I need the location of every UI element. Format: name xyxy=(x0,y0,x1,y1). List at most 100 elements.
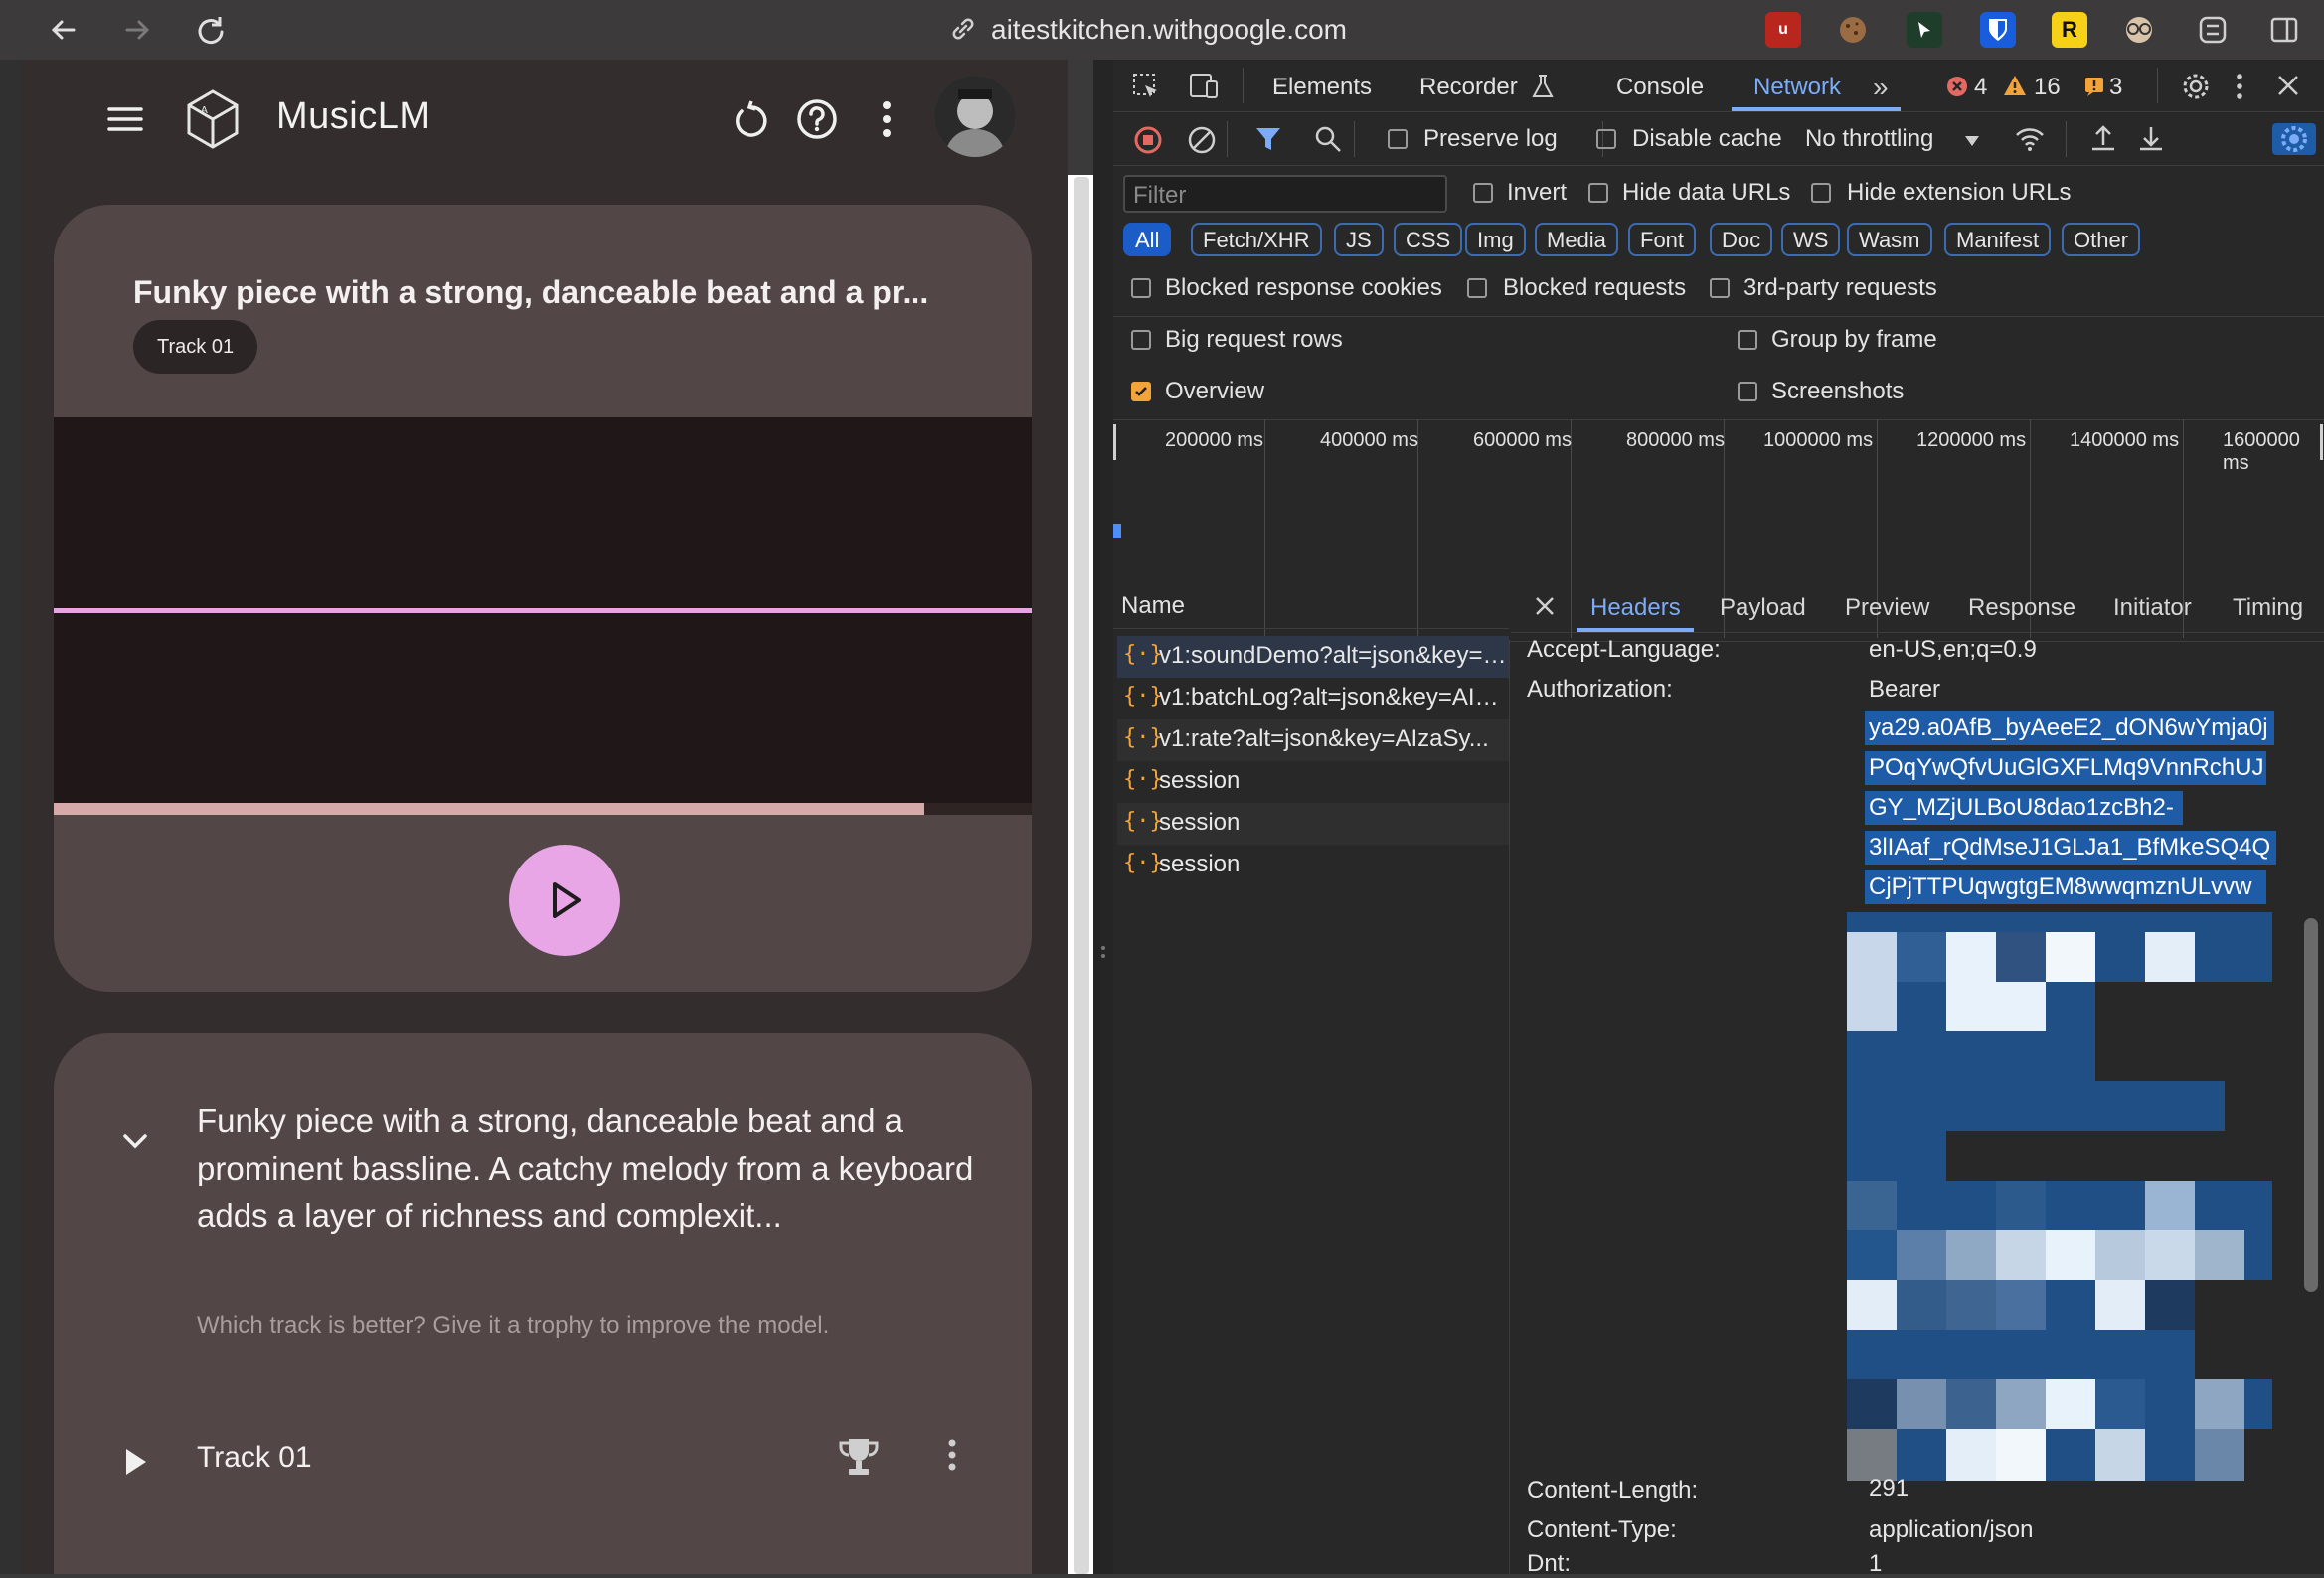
waveform[interactable] xyxy=(54,417,1032,815)
blocked-requests-checkbox[interactable] xyxy=(1467,278,1487,298)
inspect-element-icon[interactable] xyxy=(1131,72,1161,101)
hide-extension-urls-checkbox[interactable] xyxy=(1811,183,1831,203)
forward-button[interactable] xyxy=(115,8,159,52)
help-button[interactable] xyxy=(795,97,839,141)
filter-img[interactable]: Img xyxy=(1465,223,1526,256)
filter-js[interactable]: JS xyxy=(1334,223,1384,256)
bitwarden-icon[interactable] xyxy=(1980,12,2016,48)
expand-button[interactable] xyxy=(119,1125,151,1157)
blocked-requests-label: Blocked requests xyxy=(1503,274,1687,301)
request-row[interactable]: {·} session xyxy=(1117,845,1509,886)
avatar[interactable] xyxy=(934,76,1016,157)
tab-payload[interactable]: Payload xyxy=(1720,594,1806,622)
site-info-icon[interactable] xyxy=(948,14,978,44)
filter-all[interactable]: All xyxy=(1123,223,1172,256)
tab-headers[interactable]: Headers xyxy=(1590,594,1681,622)
big-rows-checkbox[interactable] xyxy=(1131,330,1151,350)
request-row[interactable]: {·} session xyxy=(1117,761,1509,803)
split-handle-icon[interactable] xyxy=(1098,940,1108,964)
filter-doc[interactable]: Doc xyxy=(1710,223,1773,256)
error-icon[interactable] xyxy=(1946,76,1968,97)
settings-gear-icon[interactable] xyxy=(2181,72,2211,101)
xhr-icon: {·} xyxy=(1123,809,1163,834)
trophy-button[interactable] xyxy=(837,1435,881,1479)
ublock-icon[interactable]: u xyxy=(1765,12,1801,48)
filter-font[interactable]: Font xyxy=(1628,223,1697,256)
invert-checkbox[interactable] xyxy=(1473,183,1493,203)
group-by-frame-checkbox[interactable] xyxy=(1738,330,1757,350)
device-toolbar-icon[interactable] xyxy=(1187,72,1221,101)
readwise-icon[interactable]: R xyxy=(2052,12,2087,48)
tab-network[interactable]: Network xyxy=(1753,74,1841,101)
filter-other[interactable]: Other xyxy=(2062,223,2141,256)
track-more-button[interactable] xyxy=(946,1437,958,1473)
request-row-selected[interactable]: {·} v1:soundDemo?alt=json&key=AIzaSy... xyxy=(1117,636,1509,678)
track-play-button[interactable] xyxy=(123,1447,149,1477)
window-edge xyxy=(0,60,22,1574)
reset-button[interactable] xyxy=(730,97,773,141)
network-settings-gear-icon[interactable] xyxy=(2272,123,2316,155)
sidebar-toggle-icon[interactable] xyxy=(2266,12,2302,48)
import-har-icon[interactable] xyxy=(2089,123,2117,153)
filter-input[interactable]: Filter xyxy=(1123,175,1447,213)
throttling-select[interactable]: No throttling xyxy=(1805,125,1933,153)
warning-icon[interactable] xyxy=(2002,74,2028,97)
third-party-checkbox[interactable] xyxy=(1710,278,1730,298)
tab-timing[interactable]: Timing xyxy=(2233,594,2303,622)
filter-media[interactable]: Media xyxy=(1535,223,1618,256)
prompt-text: Funky piece with a strong, danceable bea… xyxy=(197,1102,974,1234)
more-options-button[interactable] xyxy=(879,99,895,139)
network-conditions-icon[interactable] xyxy=(2014,125,2046,153)
details-scrollbar-thumb[interactable] xyxy=(2304,918,2318,1292)
track-chip[interactable]: Track 01 xyxy=(133,320,258,374)
play-button[interactable] xyxy=(509,845,620,956)
preserve-log-checkbox[interactable] xyxy=(1388,129,1408,149)
address-bar[interactable]: aitestkitchen.withgoogle.com xyxy=(991,10,1347,50)
tab-initiator[interactable]: Initiator xyxy=(2113,594,2192,622)
timeline-start-handle[interactable] xyxy=(1113,424,1116,460)
glasses-icon[interactable] xyxy=(2121,12,2157,48)
request-row[interactable]: {·} session xyxy=(1117,803,1509,845)
request-row[interactable]: {·} v1:batchLog?alt=json&key=AIzaSy... xyxy=(1117,678,1509,719)
disable-cache-checkbox[interactable] xyxy=(1596,129,1616,149)
export-har-icon[interactable] xyxy=(2137,123,2165,153)
tab-recorder[interactable]: Recorder xyxy=(1419,74,1518,101)
tab-preview[interactable]: Preview xyxy=(1845,594,1929,622)
filter-ws[interactable]: WS xyxy=(1781,223,1841,256)
filter-css[interactable]: CSS xyxy=(1394,223,1463,256)
tab-response[interactable]: Response xyxy=(1968,594,2075,622)
filter-funnel-icon[interactable] xyxy=(1254,125,1282,153)
devtools-resize-handle[interactable] xyxy=(1093,60,1113,1574)
hide-data-urls-checkbox[interactable] xyxy=(1588,183,1608,203)
cookie-icon[interactable] xyxy=(1835,12,1871,48)
filter-manifest[interactable]: Manifest xyxy=(1944,223,2052,256)
dropdown-arrow-icon[interactable] xyxy=(1964,135,1980,147)
close-devtools-icon[interactable] xyxy=(2276,74,2300,97)
clear-icon[interactable] xyxy=(1187,125,1217,155)
filter-fetch-xhr[interactable]: Fetch/XHR xyxy=(1191,223,1322,256)
app-title: MusicLM xyxy=(276,95,431,137)
tab-elements[interactable]: Elements xyxy=(1272,74,1372,101)
record-stop-icon[interactable] xyxy=(1133,125,1163,155)
back-button[interactable] xyxy=(42,8,85,52)
name-column-header[interactable]: Name xyxy=(1121,592,1185,620)
filter-wasm[interactable]: Wasm xyxy=(1847,223,1932,256)
cursor-extension-icon[interactable] xyxy=(1907,12,1942,48)
search-icon[interactable] xyxy=(1314,125,1342,153)
request-row[interactable]: {·} v1:rate?alt=json&key=AIzaSy... xyxy=(1117,719,1509,761)
comparison-card: Funky piece with a strong, danceable bea… xyxy=(54,1033,1032,1574)
overview-checkbox[interactable] xyxy=(1131,382,1151,401)
menu-button[interactable] xyxy=(105,99,145,139)
extension-puzzle-icon[interactable] xyxy=(2195,12,2231,48)
page-scrollbar-thumb[interactable] xyxy=(1074,177,1089,1574)
issues-icon[interactable] xyxy=(2083,76,2105,97)
screenshots-checkbox[interactable] xyxy=(1738,382,1757,401)
close-detail-icon[interactable] xyxy=(1533,594,1557,618)
more-tabs-chevron-icon[interactable]: » xyxy=(1873,72,1889,103)
tab-console[interactable]: Console xyxy=(1616,74,1704,101)
blocked-cookies-checkbox[interactable] xyxy=(1131,278,1151,298)
hide-data-urls-label: Hide data URLs xyxy=(1622,179,1791,206)
more-vert-icon[interactable] xyxy=(2235,72,2244,101)
reload-button[interactable] xyxy=(189,8,233,52)
more-vert-icon xyxy=(948,1439,956,1471)
